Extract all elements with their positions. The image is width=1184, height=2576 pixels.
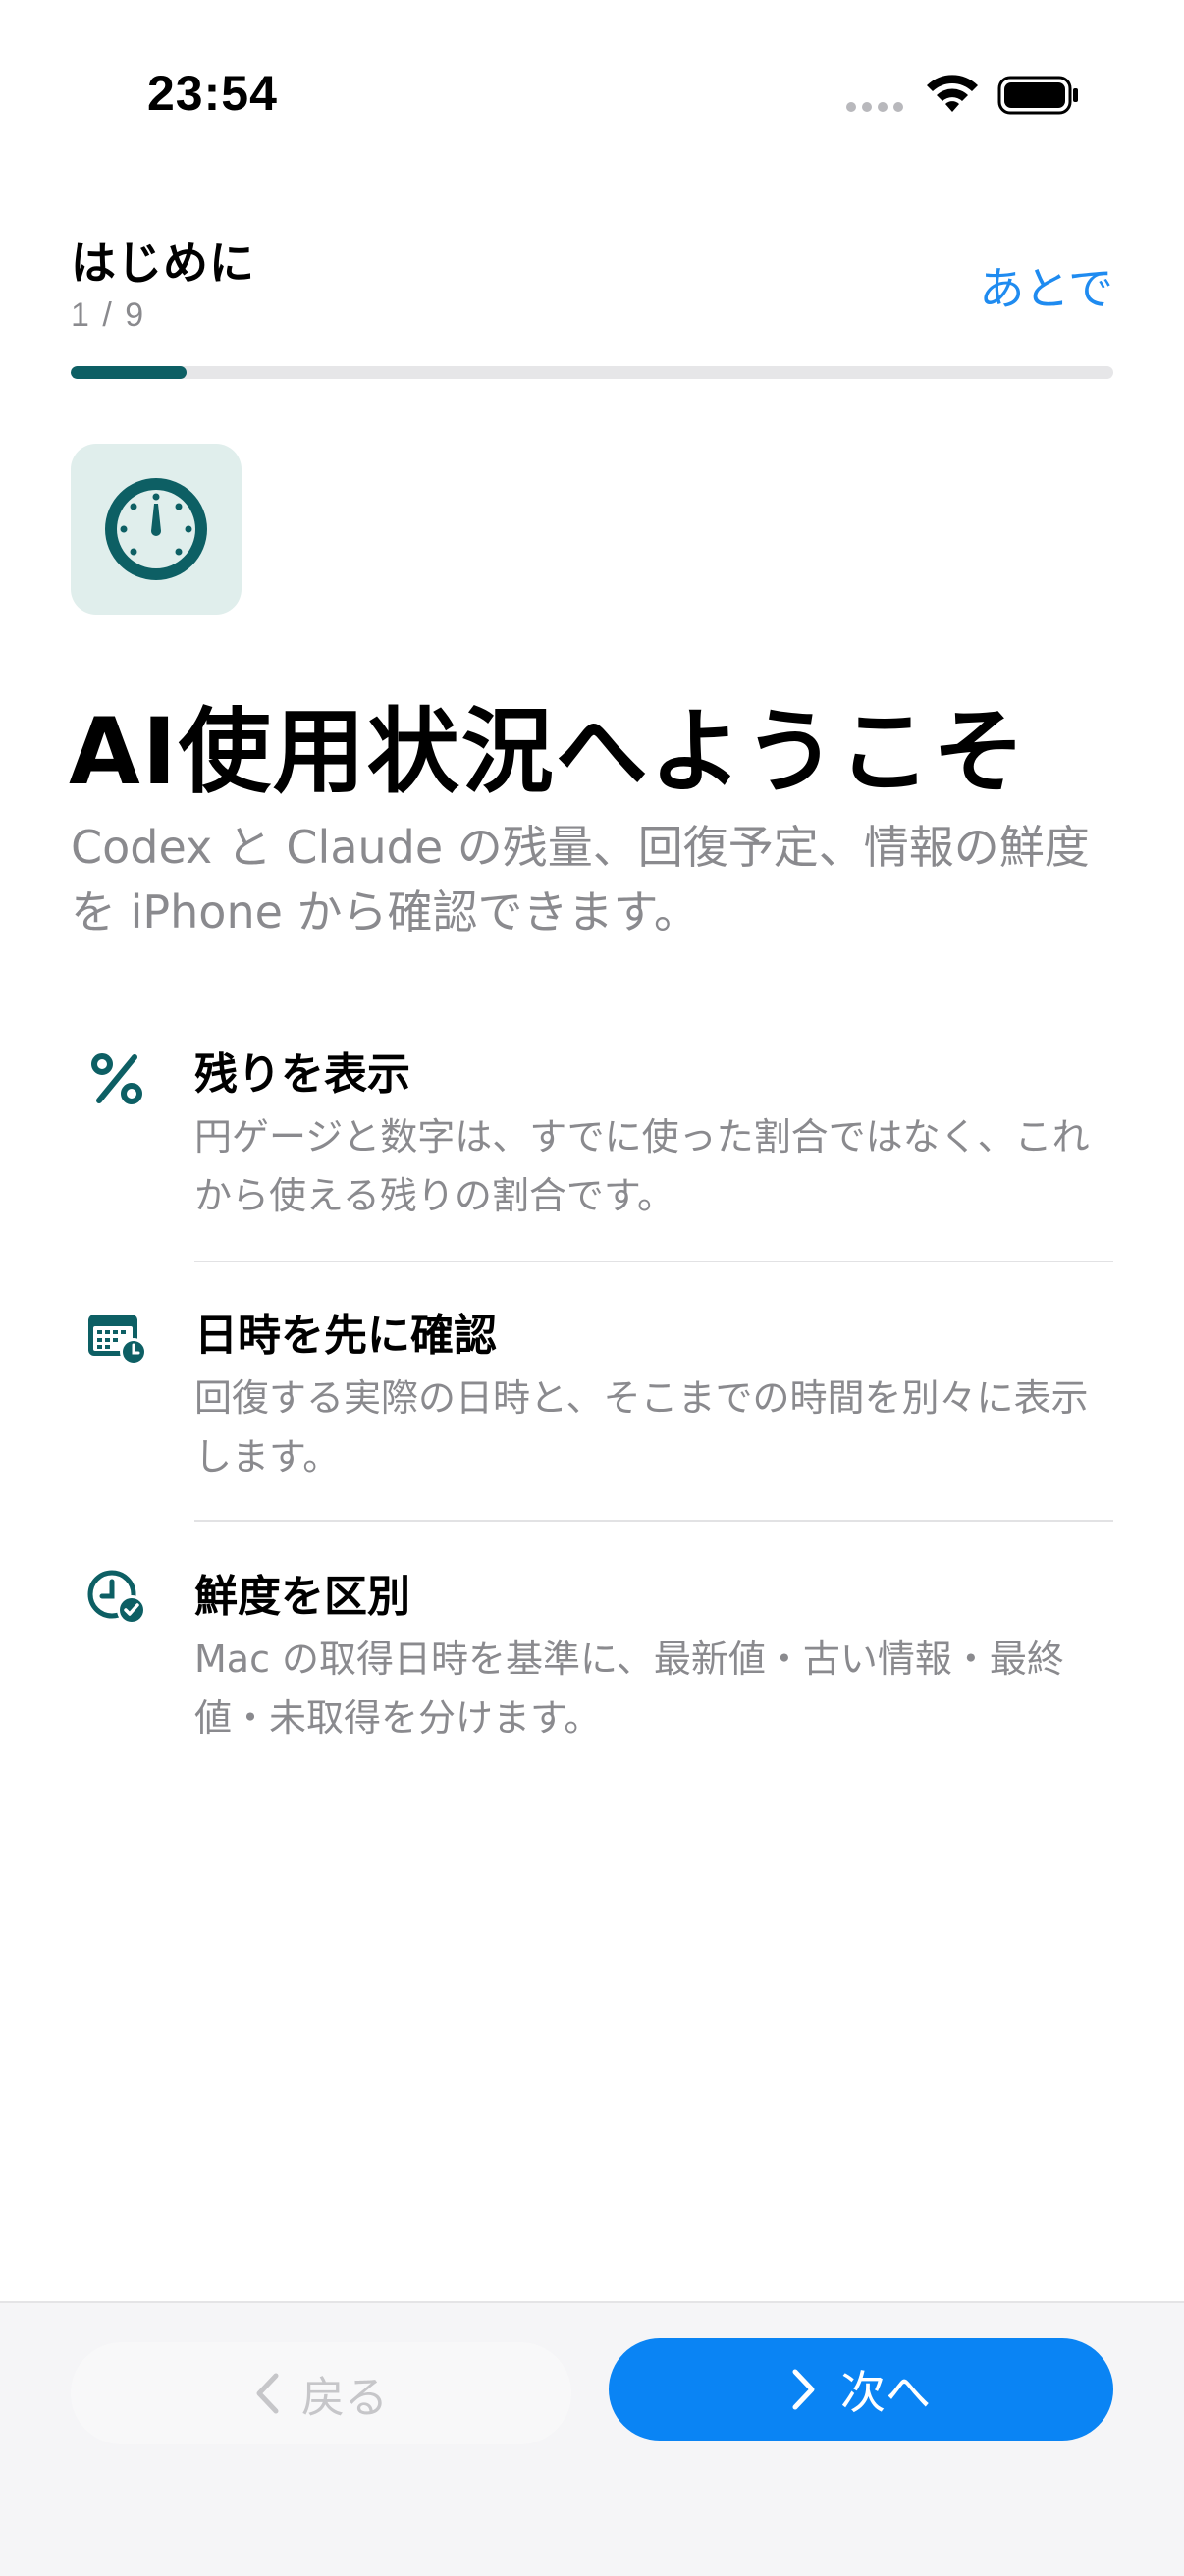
back-button[interactable]: 戻る	[71, 2342, 571, 2444]
welcome-description: Codex と Claude の残量、回復予定、情報の鮮度を iPhone から…	[71, 821, 1090, 939]
feature-description: Mac の取得日時を基準に、最新値・古い情報・最終値・未取得を分けます。	[194, 1637, 1064, 1740]
bottom-navigation-bar: 戻る 次へ	[0, 2301, 1184, 2576]
back-button-label: 戻る	[301, 2373, 388, 2423]
page-title: はじめに	[71, 237, 255, 290]
progress-fill	[71, 366, 187, 379]
feature-description: 回復する実際の日時と、そこまでの時間を別々に表示します。	[194, 1376, 1089, 1478]
wifi-icon	[927, 75, 978, 112]
progress-bar	[71, 366, 1113, 379]
divider	[194, 1520, 1113, 1522]
app-icon	[71, 444, 242, 615]
feature-title: 日時を先に確認	[194, 1311, 497, 1361]
feature-description: 円ゲージと数字は、すでに使った割合ではなく、これから使える残りの割合です。	[194, 1115, 1090, 1217]
divider	[194, 1261, 1113, 1262]
next-button[interactable]: 次へ	[609, 2338, 1113, 2441]
cellular-signal-icon	[846, 102, 903, 112]
later-button[interactable]: あとで	[979, 253, 1113, 318]
welcome-title: AI使用状況へようこそ	[69, 699, 1027, 806]
chevron-left-icon	[254, 2372, 280, 2415]
gauge-icon	[105, 478, 207, 580]
clock-check-icon	[82, 1563, 151, 1632]
percent-icon	[82, 1045, 151, 1113]
feature-title: 残りを表示	[194, 1049, 410, 1100]
feature-title: 鮮度を区別	[194, 1572, 410, 1622]
calendar-clock-icon	[82, 1304, 151, 1372]
battery-icon	[997, 76, 1078, 115]
step-counter: 1 / 9	[71, 296, 146, 334]
next-button-label: 次へ	[840, 2366, 931, 2419]
status-time: 23:54	[147, 66, 278, 121]
chevron-right-icon	[791, 2368, 817, 2411]
